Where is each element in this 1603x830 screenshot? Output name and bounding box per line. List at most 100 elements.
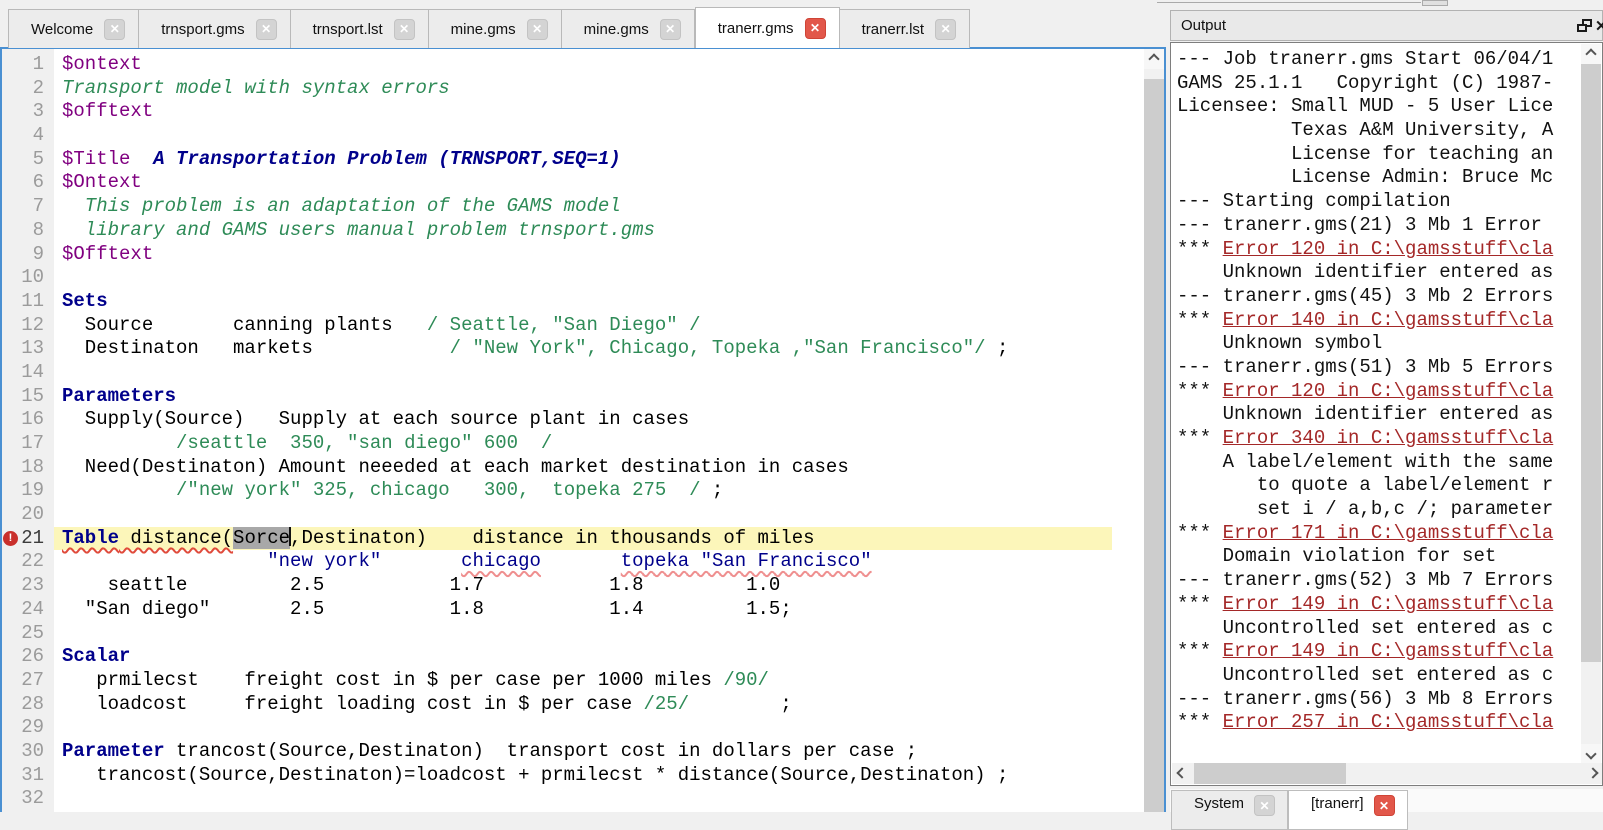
- log-text-segment: ***: [1177, 380, 1223, 402]
- log-vertical-scrollbar[interactable]: [1581, 44, 1601, 764]
- code-line-9[interactable]: 9$Offtext: [2, 243, 1144, 267]
- log-line-21: *** Error 171 in C:\gamsstuff\cla: [1177, 522, 1553, 546]
- editor-tab-mine.gms-4[interactable]: mine.gms✕: [562, 9, 695, 48]
- code-line-26[interactable]: 26Scalar: [2, 645, 1144, 669]
- log-tab-[tranerr][interactable]: [tranerr] ✕: [1288, 790, 1408, 830]
- code-area[interactable]: 1$ontext2Transport model with syntax err…: [2, 53, 1144, 811]
- code-line-23[interactable]: 23 seattle 2.5 1.7 1.8 1.0: [2, 574, 1144, 598]
- splitter-handle[interactable]: [1422, 0, 1448, 6]
- code-line-2[interactable]: 2Transport model with syntax errors: [2, 77, 1144, 101]
- dock-float-icon[interactable]: [1577, 19, 1592, 32]
- code-line-3[interactable]: 3$offtext: [2, 100, 1144, 124]
- output-header: Output ✕: [1170, 10, 1603, 41]
- chevron-down-icon: [1585, 748, 1596, 759]
- log-tab-System[interactable]: System✕: [1171, 790, 1288, 830]
- error-link[interactable]: Error 149 in C:\gamsstuff\cla: [1223, 640, 1554, 662]
- code-line-32[interactable]: 32: [2, 787, 1144, 811]
- code-line-12[interactable]: 12 Source canning plants / Seattle, "San…: [2, 314, 1144, 338]
- chevron-left-icon: [1176, 767, 1187, 778]
- tab-label: trnsport.lst: [313, 21, 383, 38]
- line-number: 11: [2, 290, 54, 314]
- tab-label: [tranerr]: [1311, 795, 1364, 812]
- code-line-1[interactable]: 1$ontext: [2, 53, 1144, 77]
- log-text-segment: Uncontrolled set entered as c: [1177, 664, 1553, 686]
- code-line-22[interactable]: 22 "new york" chicago topeka "San Franci…: [2, 550, 1144, 574]
- code-line-27[interactable]: 27 prmilecst freight cost in $ per case …: [2, 669, 1144, 693]
- log-vscrollbar-thumb[interactable]: [1581, 64, 1601, 662]
- error-link[interactable]: Error 140 in C:\gamsstuff\cla: [1223, 309, 1554, 331]
- code-line-18[interactable]: 18 Need(Destinaton) Amount neeeded at ea…: [2, 456, 1144, 480]
- editor-tab-tranerr.lst-6[interactable]: tranerr.lst✕: [840, 9, 971, 48]
- error-link[interactable]: Error 171 in C:\gamsstuff\cla: [1223, 522, 1554, 544]
- code-line-6[interactable]: 6$Ontext: [2, 171, 1144, 195]
- line-number: 7: [2, 195, 54, 219]
- tab-close-icon[interactable]: ✕: [935, 19, 956, 40]
- code-line-24[interactable]: 24 "San diego" 2.5 1.8 1.4 1.5;: [2, 598, 1144, 622]
- tab-close-icon[interactable]: ✕: [256, 19, 277, 40]
- log-text-segment: --- tranerr.gms(56) 3 Mb 8 Errors: [1177, 688, 1553, 710]
- code-line-11[interactable]: 11Sets: [2, 290, 1144, 314]
- editor-tab-trnsport.gms-1[interactable]: trnsport.gms✕: [139, 9, 290, 48]
- error-link[interactable]: Error 120 in C:\gamsstuff\cla: [1223, 380, 1554, 402]
- tab-close-icon[interactable]: ✕: [660, 19, 681, 40]
- code-line-29[interactable]: 29: [2, 716, 1144, 740]
- scroll-up-icon[interactable]: [1144, 49, 1164, 69]
- code-line-5[interactable]: 5$Title A Transportation Problem (TRNSPO…: [2, 148, 1144, 172]
- scroll-left-icon[interactable]: [1172, 763, 1192, 783]
- scroll-right-icon[interactable]: [1583, 763, 1603, 783]
- error-link[interactable]: Error 340 in C:\gamsstuff\cla: [1223, 427, 1554, 449]
- scroll-down-icon[interactable]: [1581, 744, 1601, 764]
- tab-close-icon[interactable]: ✕: [1254, 795, 1275, 816]
- code-line-21[interactable]: 21Table distance(Sorce,Destinaton) dista…: [2, 527, 1144, 551]
- editor-vertical-scrollbar[interactable]: [1144, 49, 1164, 812]
- line-number: 10: [2, 266, 54, 290]
- log-line-22: Domain violation for set: [1177, 545, 1553, 569]
- code-line-19[interactable]: 19 /"new york" 325, chicago 300, topeka …: [2, 479, 1144, 503]
- log-line-24: *** Error 149 in C:\gamsstuff\cla: [1177, 593, 1553, 617]
- editor-scrollbar-thumb[interactable]: [1144, 79, 1164, 812]
- code-line-4[interactable]: 4: [2, 124, 1144, 148]
- code-line-25[interactable]: 25: [2, 622, 1144, 646]
- code-text: /seattle 350, "san diego" 600 /: [54, 432, 552, 456]
- log-line-29: *** Error 257 in C:\gamsstuff\cla: [1177, 711, 1553, 735]
- dock-close-icon[interactable]: ✕: [1595, 17, 1603, 35]
- code-line-30[interactable]: 30Parameter trancost(Source,Destinaton) …: [2, 740, 1144, 764]
- line-number: 32: [2, 787, 54, 811]
- editor-tab-mine.gms-3[interactable]: mine.gms✕: [429, 9, 562, 48]
- line-number: 17: [2, 432, 54, 456]
- code-line-15[interactable]: 15Parameters: [2, 385, 1144, 409]
- log-tab-bar: System✕[tranerr]✕: [1171, 790, 1408, 812]
- code-line-28[interactable]: 28 loadcost freight loading cost in $ pe…: [2, 693, 1144, 717]
- line-number: 5: [2, 148, 54, 172]
- error-link[interactable]: Error 120 in C:\gamsstuff\cla: [1223, 238, 1554, 260]
- code-line-13[interactable]: 13 Destinaton markets / "New York", Chic…: [2, 337, 1144, 361]
- error-link[interactable]: Error 257 in C:\gamsstuff\cla: [1223, 711, 1554, 733]
- tab-close-icon[interactable]: ✕: [1374, 795, 1395, 816]
- code-line-10[interactable]: 10: [2, 266, 1144, 290]
- error-link[interactable]: Error 149 in C:\gamsstuff\cla: [1223, 593, 1554, 615]
- editor-tab-trnsport.lst-2[interactable]: trnsport.lst ✕: [291, 9, 429, 48]
- tab-close-icon[interactable]: ✕: [805, 18, 826, 39]
- code-line-8[interactable]: 8 library and GAMS users manual problem …: [2, 219, 1144, 243]
- code-text: Transport model with syntax errors: [54, 77, 450, 101]
- code-line-17[interactable]: 17 /seattle 350, "san diego" 600 /: [2, 432, 1144, 456]
- log-hscrollbar-thumb[interactable]: [1194, 763, 1346, 784]
- tab-close-icon[interactable]: ✕: [527, 19, 548, 40]
- tab-close-icon[interactable]: ✕: [104, 19, 125, 40]
- log-line-26: *** Error 149 in C:\gamsstuff\cla: [1177, 640, 1553, 664]
- code-text: "San diego" 2.5 1.8 1.4 1.5;: [54, 598, 792, 622]
- code-line-31[interactable]: 31 trancost(Source,Destinaton)=loadcost …: [2, 764, 1144, 788]
- log-text-segment: ***: [1177, 711, 1223, 733]
- log-horizontal-scrollbar[interactable]: [1172, 763, 1603, 784]
- log-line-8: --- tranerr.gms(21) 3 Mb 1 Error: [1177, 214, 1553, 238]
- code-line-16[interactable]: 16 Supply(Source) Supply at each source …: [2, 408, 1144, 432]
- code-line-7[interactable]: 7 This problem is an adaptation of the G…: [2, 195, 1144, 219]
- line-number: 24: [2, 598, 54, 622]
- code-line-14[interactable]: 14: [2, 361, 1144, 385]
- editor-tab-Welcome-0[interactable]: Welcome✕: [8, 9, 139, 48]
- log-area[interactable]: --- Job tranerr.gms Start 06/04/1GAMS 25…: [1170, 42, 1603, 786]
- tab-close-icon[interactable]: ✕: [394, 19, 415, 40]
- code-line-20[interactable]: 20: [2, 503, 1144, 527]
- editor-tab-tranerr.gms-5[interactable]: tranerr.gms✕: [695, 7, 840, 48]
- scroll-up-icon[interactable]: [1581, 44, 1601, 64]
